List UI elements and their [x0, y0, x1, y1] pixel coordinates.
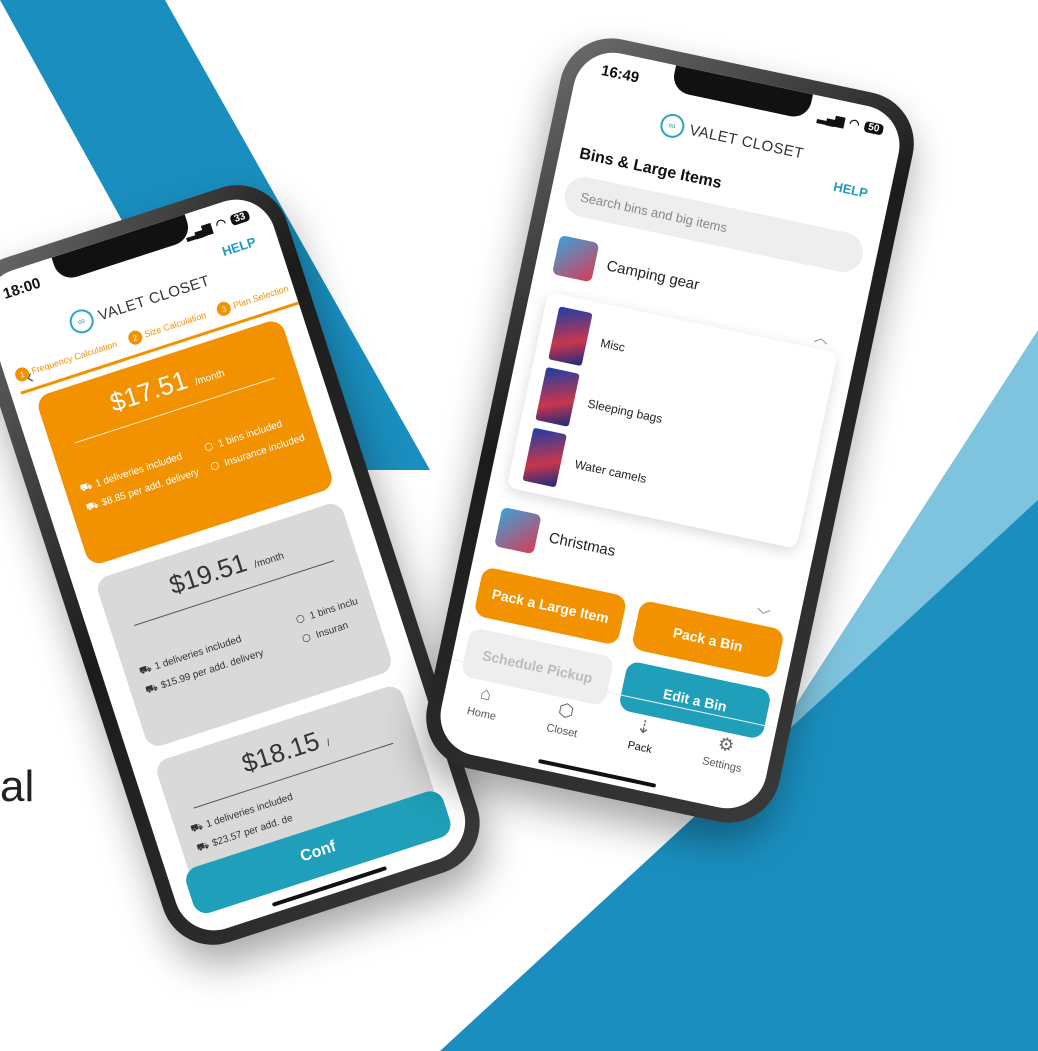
signal-icon: ▂▄▆: [183, 220, 214, 242]
truck-icon: ⛟: [195, 839, 211, 855]
chevron-up-icon[interactable]: ︿: [813, 326, 831, 348]
tab-label: Settings: [701, 755, 743, 776]
wifi-icon: ◠: [213, 215, 229, 232]
category-label: Camping gear: [605, 256, 701, 294]
item-label: Water camels: [573, 457, 648, 486]
item-label: Sleeping bags: [586, 396, 664, 426]
item-label: Misc: [599, 335, 627, 355]
signal-icon: ▂▄▆: [816, 109, 846, 129]
category-image: [494, 506, 542, 555]
step-number: 3: [215, 299, 233, 318]
tab-label: Pack: [626, 739, 653, 757]
battery-icon: 50: [863, 120, 885, 136]
price-period: /: [325, 737, 332, 749]
plan-features: ⛟1 deliveries included ⛟$15.99 per add. …: [136, 592, 367, 701]
status-time: 18:00: [0, 274, 43, 303]
item-image: [522, 427, 567, 488]
gear-icon: ⚙: [716, 733, 737, 756]
box-icon: ⬡: [556, 699, 576, 722]
status-icons: ▂▄▆ ◠ 33: [183, 208, 251, 242]
wifi-icon: ◠: [847, 115, 862, 132]
price-period: /month: [252, 550, 286, 571]
tab-label: Home: [465, 705, 498, 723]
price-period: /month: [193, 368, 227, 388]
marketing-canvas: al 18:00 ▂▄▆ ◠ 33 HELP ∞ VALET CLOSET ‹ …: [0, 0, 1038, 1051]
side-text-fragment: al: [0, 762, 35, 811]
subitems-card: Misc Sleeping bags Water camels: [506, 291, 838, 549]
truck-icon: ⛟: [84, 499, 101, 514]
item-image: [535, 366, 580, 427]
truck-icon: ⛟: [144, 682, 160, 697]
chevron-down-icon[interactable]: ﹀: [754, 604, 772, 626]
logo-text: VALET CLOSET: [688, 121, 806, 163]
tab-pack[interactable]: ⇣ Pack: [626, 715, 658, 756]
item-image: [548, 306, 593, 367]
plan-features: ⛟1 deliveries included ⛟$8.85 per add. d…: [77, 410, 308, 519]
pack-icon: ⇣: [634, 715, 654, 739]
tab-settings[interactable]: ⚙ Settings: [701, 731, 748, 775]
help-link[interactable]: HELP: [832, 179, 869, 201]
tab-closet[interactable]: ⬡ Closet: [545, 698, 583, 741]
home-icon: ⌂: [478, 682, 494, 705]
status-time: 16:49: [599, 61, 641, 87]
tab-label: Closet: [545, 721, 579, 741]
logo-icon: ∞: [657, 111, 687, 141]
battery-icon: 33: [228, 209, 251, 226]
category-image: [551, 234, 600, 283]
tab-home[interactable]: ⌂ Home: [466, 681, 502, 723]
step-number: 2: [126, 328, 144, 347]
box-icon: ⬡: [300, 632, 313, 646]
logo-icon: ∞: [66, 306, 97, 337]
category-label: Christmas: [547, 528, 617, 560]
feature-text: Insuran: [314, 620, 350, 641]
status-icons: ▂▄▆ ◠ 50: [817, 109, 885, 137]
